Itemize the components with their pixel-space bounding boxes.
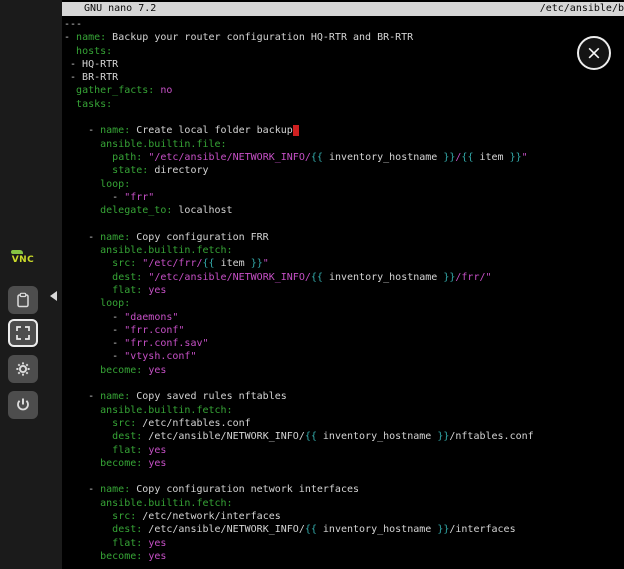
novnc-logo-swoosh — [11, 250, 23, 254]
code-line: - "vtysh.conf" — [64, 350, 624, 363]
code-line: - name: Copy configuration network inter… — [64, 483, 624, 496]
clipboard-icon — [15, 292, 31, 308]
control-bar-handle[interactable] — [46, 288, 60, 304]
power-button[interactable] — [8, 391, 38, 419]
code-line: - name: Copy configuration FRR — [64, 231, 624, 244]
code-line — [64, 217, 624, 230]
code-line: - "daemons" — [64, 311, 624, 324]
vnc-session: VNC — [0, 0, 624, 569]
collapse-arrow-icon — [50, 291, 57, 301]
novnc-logo: VNC — [8, 243, 38, 271]
code-line: become: yes — [64, 364, 624, 377]
code-line: - HQ-RTR — [64, 58, 624, 71]
file-path: /etc/ansible/b — [540, 2, 624, 16]
code-line: src: /etc/network/interfaces — [64, 510, 624, 523]
fullscreen-button[interactable] — [8, 319, 38, 347]
code-line — [64, 377, 624, 390]
vnc-control-bar: VNC — [0, 0, 62, 569]
code-line: tasks: — [64, 98, 624, 111]
code-line: - name: Backup your router configuration… — [64, 31, 624, 44]
close-button[interactable]: × — [577, 36, 611, 70]
code-line: delegate_to: localhost — [64, 204, 624, 217]
power-icon — [15, 397, 31, 413]
code-line: - BR-RTR — [64, 71, 624, 84]
code-line: - "frr" — [64, 191, 624, 204]
terminal-window: GNU nano 7.2 /etc/ansible/b ---- name: B… — [62, 0, 624, 569]
code-line: - name: Copy saved rules nftables — [64, 390, 624, 403]
code-line: become: yes — [64, 457, 624, 470]
code-line: src: /etc/nftables.conf — [64, 417, 624, 430]
code-line — [64, 111, 624, 124]
novnc-logo-text: VNC — [12, 255, 35, 265]
code-line: loop: — [64, 178, 624, 191]
clipboard-button[interactable] — [8, 286, 38, 314]
code-line: dest: "/etc/ansible/NETWORK_INFO/{{ inve… — [64, 271, 624, 284]
editor-content[interactable]: ---- name: Backup your router configurat… — [64, 18, 624, 569]
code-line: flat: yes — [64, 284, 624, 297]
code-line: - "frr.conf" — [64, 324, 624, 337]
code-line: flat: yes — [64, 444, 624, 457]
nano-titlebar: GNU nano 7.2 /etc/ansible/b — [62, 2, 624, 16]
code-line: dest: /etc/ansible/NETWORK_INFO/{{ inven… — [64, 523, 624, 536]
close-icon: × — [586, 44, 602, 63]
code-line: ansible.builtin.fetch: — [64, 497, 624, 510]
code-line: ansible.builtin.file: — [64, 138, 624, 151]
code-line: ansible.builtin.fetch: — [64, 404, 624, 417]
code-line: gather_facts: no — [64, 84, 624, 97]
settings-button[interactable] — [8, 355, 38, 383]
code-line: path: "/etc/ansible/NETWORK_INFO/{{ inve… — [64, 151, 624, 164]
code-line: hosts: — [64, 45, 624, 58]
code-line — [64, 470, 624, 483]
code-line: - name: Create local folder backup — [64, 124, 624, 137]
text-cursor — [293, 125, 299, 136]
app-title: GNU nano 7.2 — [62, 2, 156, 16]
fullscreen-icon — [15, 325, 31, 341]
gear-icon — [15, 361, 31, 377]
code-line: dest: /etc/ansible/NETWORK_INFO/{{ inven… — [64, 430, 624, 443]
code-line: ansible.builtin.fetch: — [64, 244, 624, 257]
code-line: flat: yes — [64, 537, 624, 550]
code-line: --- — [64, 18, 624, 31]
code-line: loop: — [64, 297, 624, 310]
code-line: become: yes — [64, 550, 624, 563]
code-line: state: directory — [64, 164, 624, 177]
code-line: - "frr.conf.sav" — [64, 337, 624, 350]
code-line: src: "/etc/frr/{{ item }}" — [64, 257, 624, 270]
